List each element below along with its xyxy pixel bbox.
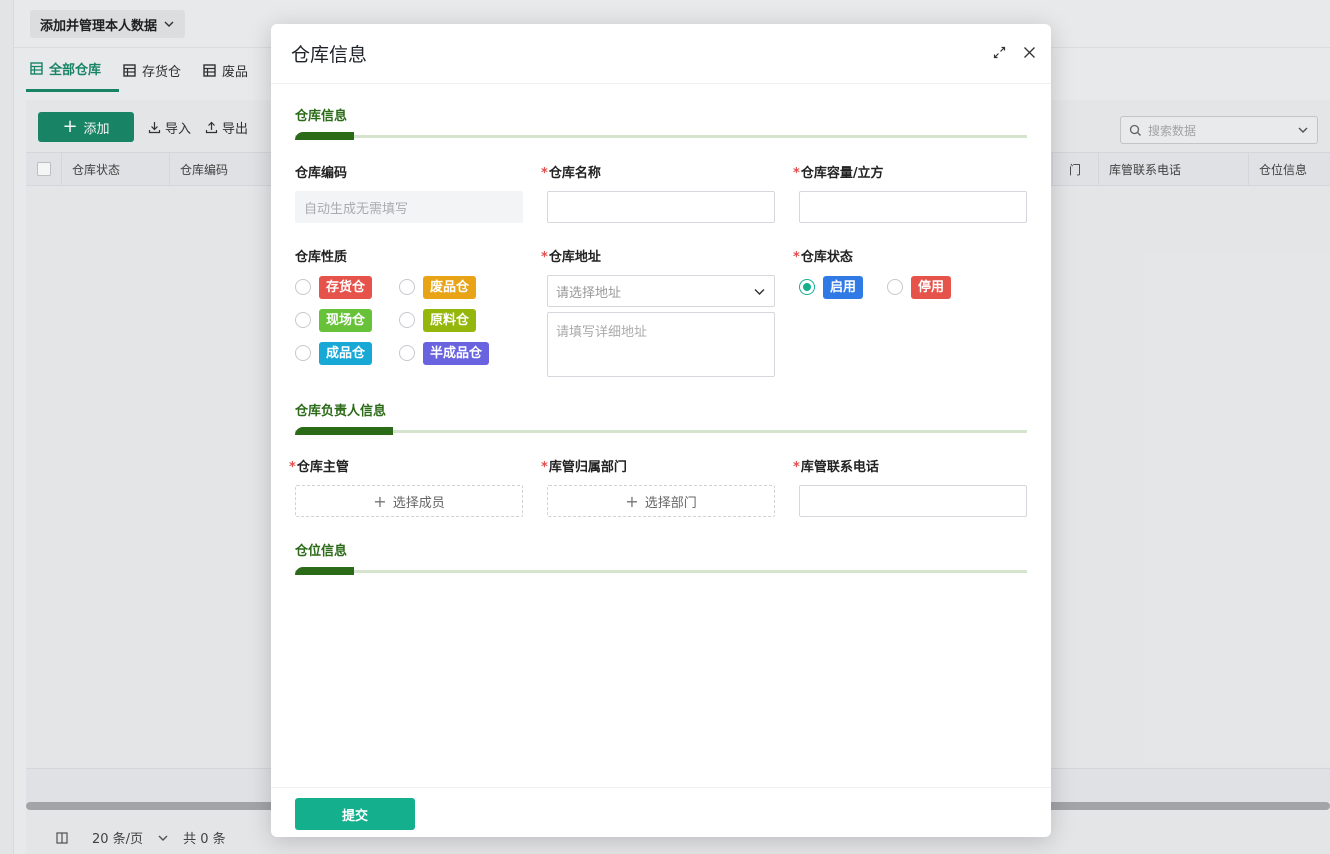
field-warehouse-capacity: *仓库容量/立方 [793,165,1027,223]
required-mark: * [793,250,800,265]
field-label: 仓库地址 [548,250,601,265]
field-supervisor: *仓库主管 + 选择成员 [289,459,523,517]
section-manager-info: 仓库负责人信息 [295,403,1027,435]
radio-option-raw[interactable]: 原料仓 [399,308,503,332]
section-divider [295,567,1027,575]
field-label: 库管联系电话 [800,460,879,475]
tag-raw: 原料仓 [423,308,477,332]
submit-button[interactable]: 提交 [295,798,415,830]
field-label-wrap: *仓库状态 [793,249,1027,267]
section-divider [295,427,1027,435]
radio-option-site[interactable]: 现场仓 [295,308,399,332]
radio-option-finished[interactable]: 成品仓 [295,341,399,365]
radio-option-waste[interactable]: 废品仓 [399,275,503,299]
tag-disabled: 停用 [911,275,952,299]
field-label-wrap: *仓库地址 [541,249,775,267]
field-warehouse-status: *仓库状态 启用 停用 [793,249,1027,377]
required-mark: * [289,460,296,475]
required-mark: * [541,166,548,181]
nature-radio-group: 存货仓 废品仓 现场仓 原料仓 成品仓 半成品仓 [295,275,523,365]
required-mark: * [541,460,548,475]
field-label-wrap: *库管联系电话 [793,459,1027,477]
chevron-down-icon [754,288,765,295]
radio-circle[interactable] [295,279,311,295]
field-warehouse-nature: 仓库性质 存货仓 废品仓 现场仓 原料仓 成品仓 半成品仓 [295,249,523,377]
field-label-wrap: *仓库名称 [541,165,775,183]
select-department-button[interactable]: + 选择部门 [547,485,775,517]
plus-icon: + [373,491,387,511]
radio-circle[interactable] [295,345,311,361]
field-label-wrap: *库管归属部门 [541,459,775,477]
field-warehouse-name: *仓库名称 [541,165,775,223]
address-detail-textarea[interactable]: 请填写详细地址 [547,312,775,377]
section-location-info: 仓位信息 [295,543,1027,575]
form-row: 仓库编码 自动生成无需填写 *仓库名称 *仓库容量/立方 [295,165,1027,223]
radio-circle[interactable] [399,345,415,361]
radio-circle[interactable] [295,312,311,328]
tag-stock: 存货仓 [319,275,373,299]
select-member-label: 选择成员 [392,495,445,511]
field-label: 仓库状态 [800,250,853,265]
section-warehouse-info: 仓库信息 [295,108,1027,140]
modal-body: 仓库信息 仓库编码 自动生成无需填写 *仓库名称 *仓库容量/立方 仓库性质 存… [289,108,1027,575]
field-warehouse-code: 仓库编码 自动生成无需填写 [295,165,523,223]
tag-finished: 成品仓 [319,341,373,365]
section-title: 仓库负责人信息 [295,404,387,419]
required-mark: * [793,166,800,181]
radio-circle[interactable] [399,312,415,328]
select-department-label: 选择部门 [644,495,697,511]
modal-header: 仓库信息 [271,24,1051,84]
form-row: *仓库主管 + 选择成员 *库管归属部门 + 选择部门 *库管联系电话 [289,459,1027,517]
field-label-wrap: *仓库容量/立方 [793,165,1027,183]
tag-enabled: 启用 [823,275,864,299]
field-label: 仓库名称 [548,166,601,181]
section-divider [295,132,1027,140]
maximize-icon[interactable] [991,44,1007,60]
form-row: 仓库性质 存货仓 废品仓 现场仓 原料仓 成品仓 半成品仓 *仓库地址 请选择地… [295,249,1027,377]
field-label: 仓库编码 [295,166,348,181]
field-phone: *库管联系电话 [793,459,1027,517]
tag-waste: 废品仓 [423,275,477,299]
radio-option-stock[interactable]: 存货仓 [295,275,399,299]
select-placeholder: 请选择地址 [556,285,622,301]
section-title: 仓库信息 [295,109,348,124]
warehouse-info-modal: 仓库信息 仓库信息 仓库编码 自动生成无需填写 *仓库名称 *仓库容量/立方 仓… [271,24,1051,837]
field-department: *库管归属部门 + 选择部门 [541,459,775,517]
section-title: 仓位信息 [295,544,348,559]
modal-title: 仓库信息 [291,44,368,66]
required-mark: * [541,250,548,265]
modal-footer: 提交 [271,787,1051,837]
warehouse-capacity-input[interactable] [799,191,1027,223]
status-radio-group: 启用 停用 [799,275,1027,299]
radio-circle[interactable] [887,279,904,295]
field-label: 仓库主管 [296,460,349,475]
radio-circle[interactable] [399,279,415,295]
radio-circle-checked[interactable] [799,279,815,295]
tag-site: 现场仓 [319,308,373,332]
select-member-button[interactable]: + 选择成员 [295,485,523,517]
phone-input[interactable] [799,485,1027,517]
radio-option-disabled[interactable]: 停用 [887,275,952,299]
warehouse-code-input: 自动生成无需填写 [295,191,523,223]
radio-option-semi-finished[interactable]: 半成品仓 [399,341,503,365]
field-label-wrap: *仓库主管 [289,459,523,477]
warehouse-name-input[interactable] [547,191,775,223]
field-label: 仓库容量/立方 [800,166,884,181]
field-label: 仓库性质 [295,250,348,265]
modal-tools [991,44,1037,60]
input-placeholder: 自动生成无需填写 [304,201,409,217]
required-mark: * [793,460,800,475]
plus-icon: + [625,491,639,511]
field-warehouse-address: *仓库地址 请选择地址 请填写详细地址 [541,249,775,377]
radio-option-enabled[interactable]: 启用 [799,275,864,299]
address-select[interactable]: 请选择地址 [547,275,775,307]
close-icon[interactable] [1021,44,1037,60]
field-label: 库管归属部门 [548,460,627,475]
tag-semi-finished: 半成品仓 [423,341,490,365]
textarea-placeholder: 请填写详细地址 [556,325,648,340]
